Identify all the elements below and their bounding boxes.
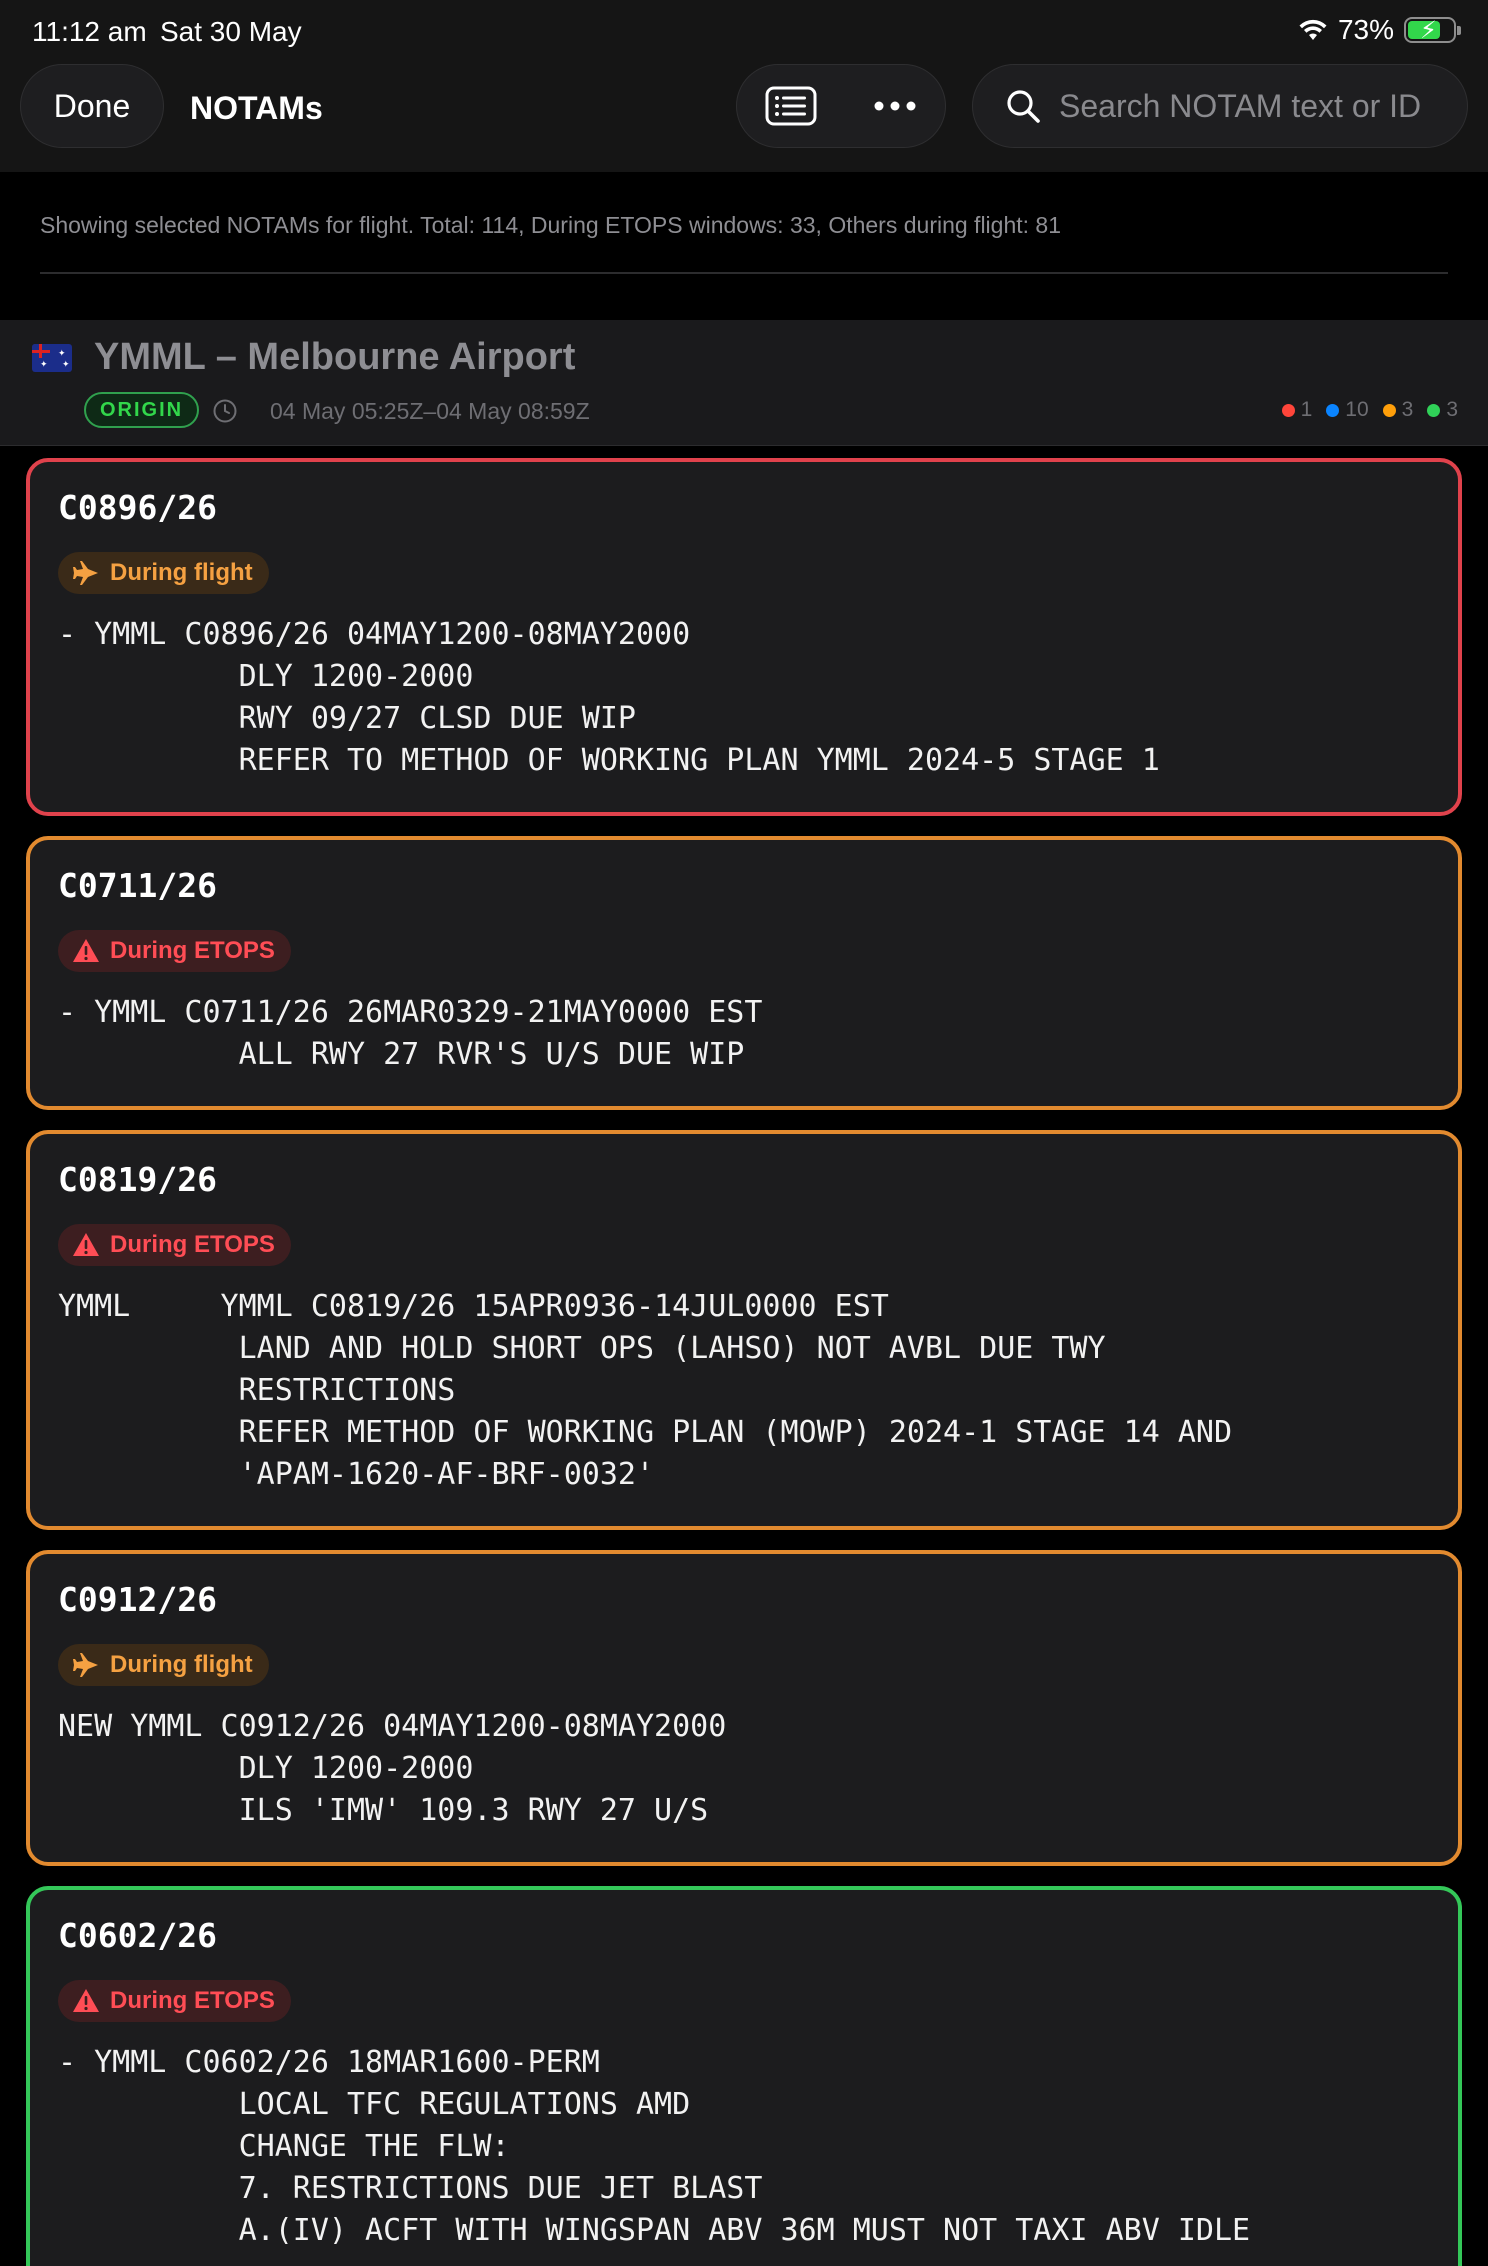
clock-icon (213, 399, 237, 423)
warning-icon (73, 1233, 99, 1256)
more-icon[interactable] (873, 100, 917, 112)
during-etops-tag: During ETOPS (58, 1224, 291, 1266)
search-icon (1007, 90, 1040, 123)
toolbar-group (736, 64, 946, 148)
severity-counts: 1 10 3 3 (1281, 398, 1458, 422)
charging-bolt-icon: ⚡ (1420, 17, 1437, 44)
done-button[interactable]: Done (20, 64, 164, 148)
notam-body: - YMML C0711/26 26MAR0329-21MAY0000 EST … (58, 995, 763, 1072)
search-field[interactable]: Search NOTAM text or ID (972, 64, 1468, 148)
list-icon[interactable] (765, 86, 817, 126)
status-bar: 11:12 am Sat 30 May 73% ⚡ (0, 0, 1488, 62)
origin-badge: ORIGIN (84, 392, 200, 428)
warning-icon (73, 1989, 99, 2012)
battery-icon: ⚡ (1404, 17, 1461, 44)
notam-card[interactable]: C0912/26 During flight NEW YMML C0912/26… (26, 1550, 1462, 1866)
info-banner: Showing selected NOTAMs for flight. Tota… (0, 172, 1488, 320)
during-flight-tag: During flight (58, 552, 269, 594)
count-blue: 10 (1326, 398, 1369, 422)
warning-icon (73, 939, 99, 962)
notam-body: NEW YMML C0912/26 04MAY1200-08MAY2000 DL… (58, 1709, 727, 1828)
notam-id: C0896/26 (58, 488, 217, 527)
page-title: NOTAMs (190, 90, 323, 126)
status-date: Sat 30 May (160, 16, 302, 47)
notam-card[interactable]: C0602/26 During ETOPS - YMML C0602/26 18… (26, 1886, 1462, 2266)
notam-id: C0912/26 (58, 1580, 217, 1619)
search-input[interactable]: Search NOTAM text or ID (1059, 88, 1421, 125)
wifi-icon (1299, 19, 1327, 40)
notam-id: C0819/26 (58, 1160, 217, 1199)
notam-card[interactable]: C0819/26 During ETOPS YMML YMML C0819/26… (26, 1130, 1462, 1530)
notam-id: C0711/26 (58, 866, 217, 905)
notam-id: C0602/26 (58, 1916, 217, 1955)
notam-card[interactable]: C0711/26 During ETOPS - YMML C0711/26 26… (26, 836, 1462, 1110)
airport-section-header[interactable]: ✦ ✦ ✦ YMML – Melbourne Airport ORIGIN 04… (0, 320, 1488, 446)
australia-flag-icon: ✦ ✦ ✦ (32, 344, 72, 372)
during-flight-tag: During flight (58, 1644, 269, 1686)
red-dot-icon (1281, 403, 1295, 417)
count-orange: 3 (1382, 398, 1413, 422)
time-window: 04 May 05:25Z–04 May 08:59Z (270, 398, 590, 424)
airport-title: YMML – Melbourne Airport (94, 336, 576, 378)
notam-card[interactable]: C0896/26 During flight - YMML C0896/26 0… (26, 458, 1462, 816)
blue-dot-icon (1326, 403, 1340, 417)
notams-screen: 11:12 am Sat 30 May 73% ⚡ Done NOTAMs Se… (0, 0, 1488, 2266)
navigation-bar: Done NOTAMs Search NOTAM text or ID (0, 62, 1488, 174)
notam-body: - YMML C0602/26 18MAR1600-PERM LOCAL TFC… (58, 2045, 1251, 2248)
battery-percent: 73% (1337, 14, 1394, 45)
summary-text: Showing selected NOTAMs for flight. Tota… (40, 212, 1062, 238)
notam-body: - YMML C0896/26 04MAY1200-08MAY2000 DLY … (58, 617, 1160, 778)
airplane-icon (73, 561, 98, 585)
count-red: 1 (1281, 398, 1312, 422)
divider (40, 272, 1448, 274)
green-dot-icon (1427, 403, 1441, 417)
airplane-icon (73, 1653, 98, 1677)
status-time: 11:12 am (32, 16, 147, 47)
during-etops-tag: During ETOPS (58, 930, 291, 972)
orange-dot-icon (1382, 403, 1396, 417)
during-etops-tag: During ETOPS (58, 1980, 291, 2022)
status-indicators: 73% ⚡ (1298, 14, 1461, 46)
count-green: 3 (1427, 398, 1458, 422)
notam-body: YMML YMML C0819/26 15APR0936-14JUL0000 E… (58, 1289, 1232, 1492)
